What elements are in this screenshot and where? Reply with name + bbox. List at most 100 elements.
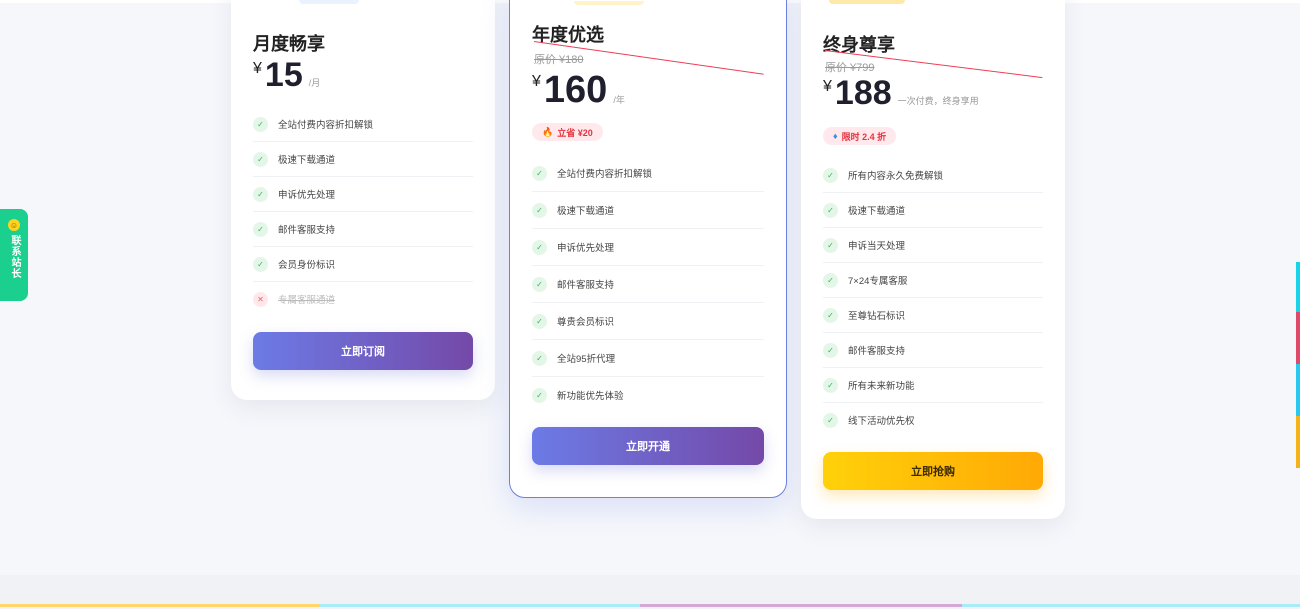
- plan-card-yearly: 年度优选 原价 ¥180 ¥ 160 /年 🔥 立省 ¥20 ✓ 全站付费内容折…: [509, 0, 787, 498]
- price-row: ¥ 188 一次付费，终身享用: [823, 76, 979, 110]
- feature-text: 会员身份标识: [278, 260, 336, 271]
- currency-symbol: ¥: [823, 78, 832, 95]
- feature-text: 7×24专属客服: [848, 276, 908, 287]
- feature-text: 所有未来新功能: [848, 381, 915, 392]
- check-icon: ✓: [823, 307, 838, 323]
- price-row: ¥ 15 /月: [253, 58, 320, 92]
- check-icon: ✓: [532, 239, 547, 255]
- side-strip: [1296, 312, 1300, 364]
- price-row: ¥ 160 /年: [532, 71, 625, 109]
- check-icon: ✓: [823, 377, 838, 393]
- feature-item: ✓ 极速下载通道: [823, 193, 1043, 228]
- feature-item: ✓ 新功能优先体验: [532, 377, 764, 413]
- feature-item: ✓ 极速下载通道: [532, 192, 764, 229]
- price-amount: 15: [264, 56, 303, 94]
- contact-admin-tab[interactable]: ☺ 联系站长: [0, 209, 28, 301]
- check-icon: ✓: [253, 221, 268, 237]
- feature-item: ✓ 邮件客服支持: [532, 266, 764, 303]
- check-icon: ✓: [823, 342, 838, 358]
- savings-badge: 🔥 立省 ¥20: [532, 123, 603, 141]
- plan-card-lifetime: 终身尊享 原价 ¥799 ¥ 188 一次付费，终身享用 ♦ 限时 2.4 折 …: [801, 0, 1065, 519]
- feature-text: 全站付费内容折扣解锁: [278, 120, 374, 131]
- feature-text: 申诉优先处理: [557, 243, 615, 254]
- feature-text: 申诉优先处理: [278, 190, 336, 201]
- side-strip: [1296, 262, 1300, 312]
- pricing-page: 月度畅享 ¥ 15 /月 ✓ 全站付费内容折扣解锁 ✓ 极速下载通道 ✓ 申诉优…: [0, 0, 1300, 609]
- check-icon: ✓: [823, 202, 838, 218]
- feature-text: 专属客服通道: [278, 295, 336, 306]
- footer-accent: [320, 604, 640, 607]
- check-icon: ✓: [823, 272, 838, 288]
- feature-text: 所有内容永久免费解锁: [848, 171, 944, 182]
- feature-text: 线下活动优先权: [848, 416, 915, 427]
- subscribe-button[interactable]: 立即订阅: [253, 332, 473, 370]
- feature-item: ✓ 线下活动优先权: [823, 403, 1043, 437]
- activate-button[interactable]: 立即开通: [532, 427, 764, 465]
- footer-accent: [640, 604, 962, 607]
- smiley-icon: ☺: [8, 219, 20, 231]
- check-icon: ✓: [532, 202, 547, 218]
- side-strip: [1296, 416, 1300, 468]
- footer-accent: [962, 604, 1300, 607]
- feature-item: ✓ 极速下载通道: [253, 142, 473, 177]
- badge-text: 立省 ¥20: [557, 127, 593, 138]
- feature-item: ✓ 全站95折代理: [532, 340, 764, 377]
- currency-symbol: ¥: [253, 60, 262, 77]
- feature-text: 全站付费内容折扣解锁: [557, 169, 653, 180]
- price-amount: 188: [834, 74, 892, 112]
- feature-text: 至尊钻石标识: [848, 311, 906, 322]
- check-icon: ✓: [823, 237, 838, 253]
- feature-text: 极速下载通道: [557, 206, 615, 217]
- feature-list: ✓ 全站付费内容折扣解锁 ✓ 极速下载通道 ✓ 申诉优先处理 ✓ 邮件客服支持 …: [253, 107, 473, 316]
- feature-text: 尊贵会员标识: [557, 317, 615, 328]
- feature-item: ✓ 所有内容永久免费解锁: [823, 158, 1043, 193]
- feature-item: ✓ 7×24专属客服: [823, 263, 1043, 298]
- feature-item: ✓ 邮件客服支持: [823, 333, 1043, 368]
- feature-item: ✓ 申诉优先处理: [532, 229, 764, 266]
- discount-badge: ♦ 限时 2.4 折: [823, 127, 897, 145]
- card-ribbon: [574, 1, 644, 5]
- check-icon: ✓: [532, 387, 547, 403]
- plan-title: 月度畅享: [253, 34, 325, 54]
- feature-item: ✓ 至尊钻石标识: [823, 298, 1043, 333]
- check-icon: ✓: [253, 116, 268, 132]
- check-icon: ✓: [532, 313, 547, 329]
- check-icon: ✓: [532, 165, 547, 181]
- original-price: 原价 ¥799: [825, 62, 875, 74]
- check-icon: ✓: [532, 350, 547, 366]
- side-strip: [1296, 364, 1300, 416]
- feature-text: 新功能优先体验: [557, 391, 624, 402]
- feature-item: ✓ 全站付费内容折扣解锁: [532, 155, 764, 192]
- fire-icon: 🔥: [542, 126, 554, 137]
- check-icon: ✓: [532, 276, 547, 292]
- feature-item: ✓ 会员身份标识: [253, 247, 473, 282]
- feature-text: 极速下载通道: [848, 206, 906, 217]
- feature-item: ✓ 申诉当天处理: [823, 228, 1043, 263]
- original-price: 原价 ¥180: [534, 54, 584, 66]
- feature-text: 全站95折代理: [557, 354, 616, 365]
- badge-text: 限时 2.4 折: [841, 131, 887, 142]
- feature-list: ✓ 所有内容永久免费解锁 ✓ 极速下载通道 ✓ 申诉当天处理 ✓ 7×24专属客…: [823, 158, 1043, 437]
- price-unit: /年: [613, 95, 625, 105]
- feature-text: 邮件客服支持: [557, 280, 615, 291]
- feature-item: ✓ 所有未来新功能: [823, 368, 1043, 403]
- feature-item-disabled: ✕ 专属客服通道: [253, 282, 473, 316]
- price-unit: 一次付费，终身享用: [897, 96, 979, 106]
- price-amount: 160: [543, 69, 608, 111]
- feature-item: ✓ 邮件客服支持: [253, 212, 473, 247]
- feature-text: 极速下载通道: [278, 155, 336, 166]
- price-unit: /月: [308, 78, 321, 88]
- check-icon: ✓: [823, 167, 838, 183]
- check-icon: ✓: [253, 151, 268, 167]
- footer-accent: [0, 604, 320, 607]
- feature-item: ✓ 全站付费内容折扣解锁: [253, 107, 473, 142]
- currency-symbol: ¥: [532, 73, 541, 90]
- buy-now-button[interactable]: 立即抢购: [823, 452, 1043, 490]
- contact-label: 联系站长: [9, 235, 20, 279]
- feature-text: 申诉当天处理: [848, 241, 906, 252]
- plan-title: 终身尊享: [823, 35, 895, 55]
- feature-item: ✓ 尊贵会员标识: [532, 303, 764, 340]
- feature-text: 邮件客服支持: [848, 346, 906, 357]
- feature-item: ✓ 申诉优先处理: [253, 177, 473, 212]
- feature-list: ✓ 全站付费内容折扣解锁 ✓ 极速下载通道 ✓ 申诉优先处理 ✓ 邮件客服支持 …: [532, 155, 764, 413]
